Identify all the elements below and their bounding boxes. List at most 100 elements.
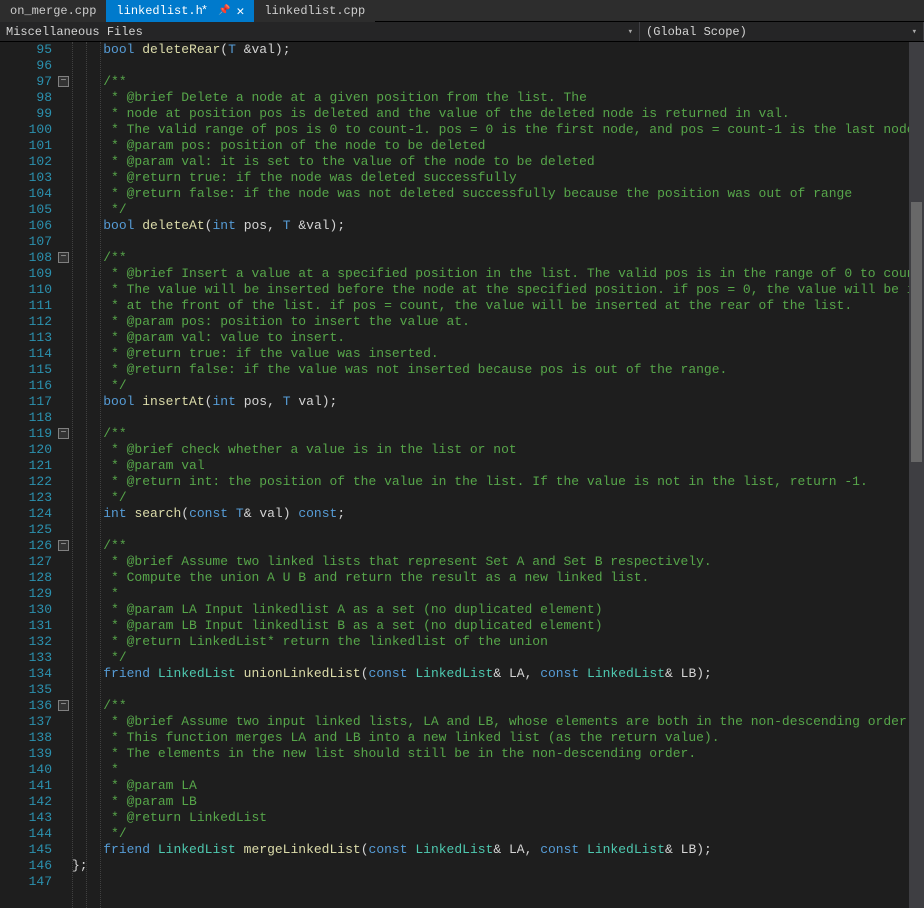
code-line[interactable]: */ [72, 378, 924, 394]
line-number: 114 [0, 346, 52, 362]
line-number: 124 [0, 506, 52, 522]
code-line[interactable]: * @brief Delete a node at a given positi… [72, 90, 924, 106]
code-line[interactable] [72, 58, 924, 74]
line-number: 105 [0, 202, 52, 218]
editor[interactable]: 9596979899100101102103104105106107108109… [0, 42, 924, 908]
code-line[interactable]: */ [72, 202, 924, 218]
scope-namespace-label: (Global Scope) [646, 25, 747, 39]
fold-toggle[interactable]: − [58, 428, 69, 439]
line-number: 125 [0, 522, 52, 538]
code-area[interactable]: bool deleteRear(T &val); /** * @brief De… [72, 42, 924, 908]
scope-project-dropdown[interactable]: Miscellaneous Files ▾ [0, 22, 640, 41]
line-number: 101 [0, 138, 52, 154]
code-line[interactable]: */ [72, 490, 924, 506]
fold-toggle[interactable]: − [58, 540, 69, 551]
line-number: 136 [0, 698, 52, 714]
code-line[interactable]: * @return LinkedList [72, 810, 924, 826]
tab-linkedlist-h[interactable]: linkedlist.h* 📌 ✕ [106, 0, 254, 22]
close-icon[interactable]: ✕ [237, 5, 245, 18]
code-line[interactable]: * at the front of the list. if pos = cou… [72, 298, 924, 314]
code-line[interactable]: * [72, 586, 924, 602]
code-line[interactable]: * @return false: if the node was not del… [72, 186, 924, 202]
code-line[interactable]: * [72, 762, 924, 778]
code-line[interactable]: * The value will be inserted before the … [72, 282, 924, 298]
tab-bar: on_merge.cpp linkedlist.h* 📌 ✕ linkedlis… [0, 0, 924, 22]
line-number: 135 [0, 682, 52, 698]
code-line[interactable]: */ [72, 826, 924, 842]
code-line[interactable]: * node at position pos is deleted and th… [72, 106, 924, 122]
line-number: 104 [0, 186, 52, 202]
code-line[interactable]: * @brief Insert a value at a specified p… [72, 266, 924, 282]
line-number: 107 [0, 234, 52, 250]
code-line[interactable]: /** [72, 538, 924, 554]
line-number: 129 [0, 586, 52, 602]
code-line[interactable] [72, 682, 924, 698]
code-line[interactable] [72, 410, 924, 426]
line-number: 134 [0, 666, 52, 682]
line-number: 142 [0, 794, 52, 810]
code-line[interactable]: * @param LA [72, 778, 924, 794]
line-number: 95 [0, 42, 52, 58]
code-line[interactable]: /** [72, 698, 924, 714]
line-number: 144 [0, 826, 52, 842]
line-number: 141 [0, 778, 52, 794]
code-line[interactable] [72, 234, 924, 250]
code-line[interactable]: * @return LinkedList* return the linkedl… [72, 634, 924, 650]
code-line[interactable] [72, 874, 924, 890]
code-line[interactable]: * @return true: if the node was deleted … [72, 170, 924, 186]
code-line[interactable]: }; [72, 858, 924, 874]
line-number: 122 [0, 474, 52, 490]
code-line[interactable] [72, 522, 924, 538]
code-line[interactable]: * @brief Assume two input linked lists, … [72, 714, 924, 730]
vertical-scrollbar[interactable] [909, 42, 924, 908]
code-line[interactable]: * @param LB Input linkedlist B as a set … [72, 618, 924, 634]
code-line[interactable]: * @return true: if the value was inserte… [72, 346, 924, 362]
code-line[interactable]: * The elements in the new list should st… [72, 746, 924, 762]
tab-on-merge[interactable]: on_merge.cpp [0, 0, 106, 22]
code-line[interactable]: * @param LA Input linkedlist A as a set … [72, 602, 924, 618]
code-line[interactable]: int search(const T& val) const; [72, 506, 924, 522]
code-line[interactable]: */ [72, 650, 924, 666]
code-line[interactable]: * @brief check whether a value is in the… [72, 442, 924, 458]
code-line[interactable]: /** [72, 74, 924, 90]
line-number: 106 [0, 218, 52, 234]
code-line[interactable]: /** [72, 250, 924, 266]
fold-toggle[interactable]: − [58, 700, 69, 711]
code-line[interactable]: friend LinkedList mergeLinkedList(const … [72, 842, 924, 858]
code-line[interactable]: * @param val: value to insert. [72, 330, 924, 346]
line-number: 110 [0, 282, 52, 298]
tab-linkedlist-cpp[interactable]: linkedlist.cpp [254, 0, 375, 22]
code-line[interactable]: * Compute the union A U B and return the… [72, 570, 924, 586]
line-number: 143 [0, 810, 52, 826]
line-number: 96 [0, 58, 52, 74]
code-line[interactable]: * This function merges LA and LB into a … [72, 730, 924, 746]
line-number: 115 [0, 362, 52, 378]
code-line[interactable]: * The valid range of pos is 0 to count-1… [72, 122, 924, 138]
line-number: 139 [0, 746, 52, 762]
code-line[interactable]: bool insertAt(int pos, T val); [72, 394, 924, 410]
code-line[interactable]: /** [72, 426, 924, 442]
fold-toggle[interactable]: − [58, 76, 69, 87]
tab-label: linkedlist.h [116, 4, 202, 18]
scope-project-label: Miscellaneous Files [6, 25, 143, 39]
code-line[interactable]: * @param pos: position to insert the val… [72, 314, 924, 330]
dirty-indicator: * [201, 4, 208, 18]
code-line[interactable]: bool deleteAt(int pos, T &val); [72, 218, 924, 234]
code-line[interactable]: * @return false: if the value was not in… [72, 362, 924, 378]
line-number: 132 [0, 634, 52, 650]
line-number: 123 [0, 490, 52, 506]
pin-icon[interactable]: 📌 [218, 5, 230, 17]
scrollbar-thumb[interactable] [911, 202, 922, 462]
code-line[interactable]: * @brief Assume two linked lists that re… [72, 554, 924, 570]
line-number: 97 [0, 74, 52, 90]
fold-toggle[interactable]: − [58, 252, 69, 263]
code-line[interactable]: * @param val: it is set to the value of … [72, 154, 924, 170]
code-line[interactable]: * @param LB [72, 794, 924, 810]
code-line[interactable]: friend LinkedList unionLinkedList(const … [72, 666, 924, 682]
code-line[interactable]: * @param val [72, 458, 924, 474]
line-number: 131 [0, 618, 52, 634]
scope-namespace-dropdown[interactable]: (Global Scope) ▾ [640, 22, 924, 41]
code-line[interactable]: * @param pos: position of the node to be… [72, 138, 924, 154]
code-line[interactable]: * @return int: the position of the value… [72, 474, 924, 490]
code-line[interactable]: bool deleteRear(T &val); [72, 42, 924, 58]
